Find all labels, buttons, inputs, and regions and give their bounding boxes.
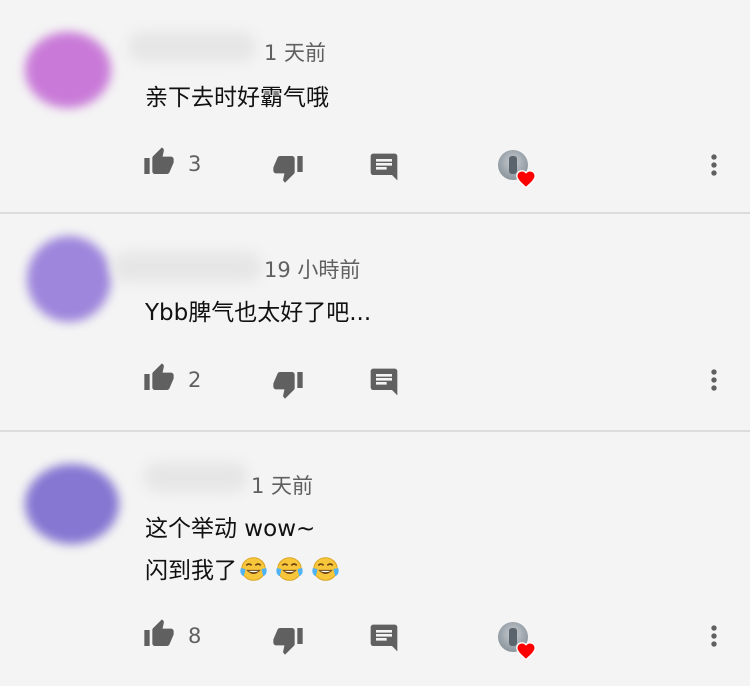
face-with-tears-of-joy-icon bbox=[312, 557, 339, 581]
thumbs-down-icon[interactable] bbox=[272, 624, 304, 656]
comment-text: 这个举动 wow~ 闪到我了 bbox=[145, 508, 347, 592]
creator-heart-badge[interactable] bbox=[498, 150, 536, 189]
emoji-group bbox=[239, 557, 347, 584]
face-with-tears-of-joy-icon bbox=[276, 557, 303, 581]
like-count: 2 bbox=[188, 368, 202, 392]
avatar[interactable] bbox=[27, 236, 111, 322]
comment-line: 亲下去时好霸气哦 bbox=[145, 85, 329, 111]
comment-time: 1 天前 bbox=[264, 41, 327, 65]
more-vert-icon[interactable] bbox=[698, 149, 730, 181]
comment-line-with-emoji: 闪到我了 bbox=[145, 550, 347, 592]
like-count: 8 bbox=[188, 624, 202, 648]
like-count: 3 bbox=[188, 152, 202, 176]
comment-line: 闪到我了 bbox=[145, 558, 237, 584]
thumbs-up-icon[interactable] bbox=[143, 146, 175, 178]
comment-time: 19 小時前 bbox=[264, 258, 361, 282]
thumbs-up-icon[interactable] bbox=[143, 362, 175, 394]
reply-icon[interactable] bbox=[368, 366, 400, 398]
thumbs-down-icon[interactable] bbox=[272, 152, 304, 184]
username[interactable] bbox=[144, 462, 248, 492]
more-vert-icon[interactable] bbox=[698, 364, 730, 396]
heart-icon bbox=[516, 642, 536, 661]
comment-item: 19 小時前 Ybb脾气也太好了吧... 2 bbox=[0, 214, 750, 430]
creator-heart-badge[interactable] bbox=[498, 622, 536, 661]
reply-icon[interactable] bbox=[368, 622, 400, 654]
comment-line: 这个举动 wow~ bbox=[145, 516, 316, 542]
reply-icon[interactable] bbox=[368, 151, 400, 183]
comment-item: 1 天前 这个举动 wow~ 闪到我了 8 bbox=[0, 432, 750, 686]
username[interactable] bbox=[112, 252, 262, 282]
comment-item: 1 天前 亲下去时好霸气哦 3 bbox=[0, 0, 750, 213]
comment-text: 亲下去时好霸气哦 bbox=[145, 77, 329, 119]
comment-time: 1 天前 bbox=[251, 474, 314, 498]
avatar[interactable] bbox=[25, 464, 119, 544]
face-with-tears-of-joy-icon bbox=[240, 557, 267, 581]
username[interactable] bbox=[128, 32, 256, 62]
more-vert-icon[interactable] bbox=[698, 620, 730, 652]
comment-line: Ybb脾气也太好了吧... bbox=[145, 300, 372, 326]
heart-icon bbox=[516, 170, 536, 189]
thumbs-down-icon[interactable] bbox=[272, 368, 304, 400]
thumbs-up-icon[interactable] bbox=[143, 618, 175, 650]
comment-text: Ybb脾气也太好了吧... bbox=[145, 292, 371, 334]
avatar[interactable] bbox=[25, 32, 111, 108]
